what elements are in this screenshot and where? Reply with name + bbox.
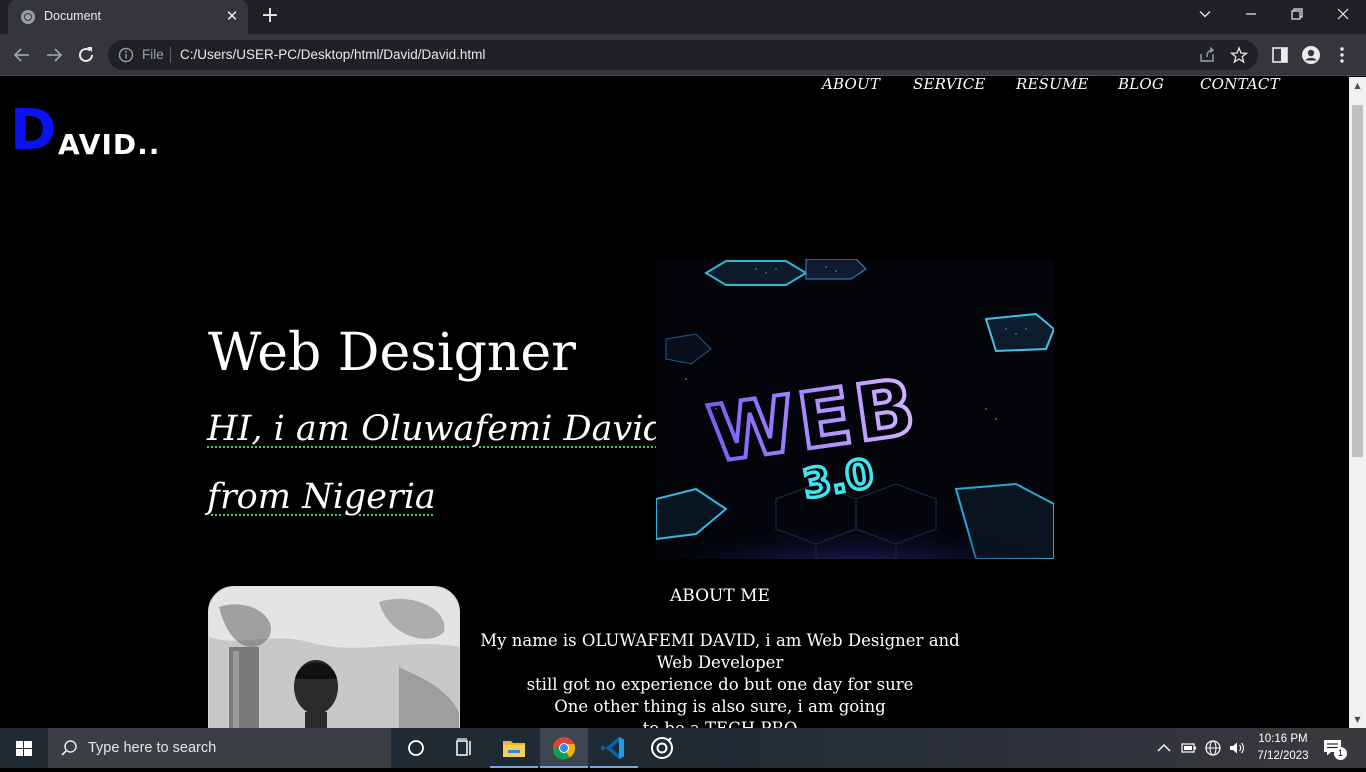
chrome-button[interactable]	[540, 728, 588, 768]
globe-icon	[21, 10, 35, 24]
web-page: ABOUT SERVICE RESUME BLOG CONTACT D AVID…	[0, 77, 1349, 728]
notification-count: 1	[1334, 747, 1347, 760]
nav-blog[interactable]: BLOG	[1118, 77, 1164, 93]
minimize-button[interactable]	[1228, 0, 1274, 30]
chevron-down-icon	[1199, 11, 1211, 18]
restore-icon	[1291, 8, 1303, 20]
chrome-icon	[552, 737, 576, 760]
restore-button[interactable]	[1274, 0, 1320, 30]
reload-icon	[79, 47, 93, 62]
info-icon[interactable]	[118, 47, 134, 63]
about-line: to be a TECH PRO	[470, 718, 970, 728]
nav-contact[interactable]: CONTACT	[1200, 77, 1280, 93]
scroll-thumb[interactable]	[1352, 105, 1363, 457]
web3-image: WEB 3.0	[656, 259, 1054, 559]
taskbar-search[interactable]: Type here to search	[48, 728, 391, 768]
scroll-down-icon[interactable]: ▼	[1349, 711, 1366, 728]
chevron-up-icon[interactable]	[1155, 739, 1173, 757]
address-bar[interactable]: File C:/Users/USER-PC/Desktop/html/David…	[108, 40, 1258, 70]
browser-toolbar: File C:/Users/USER-PC/Desktop/html/David…	[0, 34, 1366, 76]
site-nav: ABOUT SERVICE RESUME BLOG CONTACT	[0, 77, 1349, 97]
back-button[interactable]	[9, 42, 35, 68]
address-separator	[170, 47, 171, 63]
side-panel-icon[interactable]	[1270, 45, 1290, 65]
arrow-left-icon	[13, 48, 29, 62]
task-view-icon	[456, 738, 471, 756]
close-window-button[interactable]	[1320, 0, 1366, 30]
start-button[interactable]	[0, 728, 48, 768]
battery-icon[interactable]	[1180, 739, 1198, 757]
bookmark-star-icon[interactable]	[1230, 46, 1248, 64]
logo-text: AVID..	[58, 128, 161, 161]
hero-location: from Nigeria	[207, 477, 436, 517]
hero-title: Web Designer	[208, 323, 576, 383]
nav-resume[interactable]: RESUME	[1016, 77, 1089, 93]
windows-icon	[16, 741, 32, 756]
taskbar: Type here to search 10:16 PM 7/12/2023 1	[0, 728, 1366, 768]
search-placeholder: Type here to search	[88, 740, 217, 756]
cortana-button[interactable]	[392, 728, 440, 768]
reload-button[interactable]	[73, 42, 99, 68]
task-view-button[interactable]	[440, 728, 488, 768]
nav-about[interactable]: ABOUT	[822, 77, 880, 93]
vscode-icon	[601, 737, 624, 759]
address-url[interactable]: C:/Users/USER-PC/Desktop/html/David/Davi…	[180, 47, 485, 62]
about-line: Web Developer	[656, 653, 784, 672]
profile-icon[interactable]	[1301, 45, 1321, 65]
tab-title: Document	[44, 9, 101, 23]
close-tab-button[interactable]: ✕	[224, 8, 240, 24]
menu-dots-icon[interactable]	[1332, 45, 1352, 65]
page-scrollbar[interactable]: ▲ ▼	[1349, 77, 1366, 728]
minimize-icon	[1246, 13, 1256, 15]
taskbar-clock[interactable]: 10:16 PM 7/12/2023	[1250, 731, 1316, 765]
tab-search-button[interactable]	[1182, 0, 1228, 30]
profile-photo	[208, 586, 460, 728]
about-line: My name is OLUWAFEMI DAVID, i am Web Des…	[480, 631, 960, 650]
address-scheme: File	[142, 47, 164, 62]
circle-target-icon	[651, 737, 673, 759]
forward-button[interactable]	[41, 42, 67, 68]
cortana-circle-icon	[408, 740, 424, 756]
clock-time: 10:16 PM	[1258, 733, 1308, 745]
folder-icon	[503, 741, 525, 757]
arrow-right-icon	[47, 48, 63, 62]
nav-service[interactable]: SERVICE	[913, 77, 986, 93]
share-icon[interactable]	[1198, 46, 1216, 64]
app-button[interactable]	[638, 728, 686, 768]
about-heading: ABOUT ME	[670, 586, 770, 606]
logo-initial: D	[10, 98, 57, 163]
about-line: One other thing is also sure, i am going	[554, 697, 886, 716]
hero-greeting: HI, i am Oluwafemi David	[207, 409, 666, 449]
about-line: still got no experience do but one day f…	[526, 675, 914, 694]
scroll-up-icon[interactable]: ▲	[1349, 77, 1366, 94]
browser-tab[interactable]: Document ✕	[8, 0, 248, 34]
network-globe-icon[interactable]	[1204, 739, 1222, 757]
volume-icon[interactable]	[1228, 739, 1246, 757]
vscode-button[interactable]	[590, 728, 638, 768]
about-text: My name is OLUWAFEMI DAVID, i am Web Des…	[470, 630, 970, 728]
close-icon	[1337, 8, 1349, 20]
search-icon	[61, 740, 77, 756]
file-explorer-button[interactable]	[490, 728, 538, 768]
browser-titlebar: Document ✕ +	[0, 0, 1366, 34]
clock-date: 7/12/2023	[1257, 750, 1309, 762]
new-tab-button[interactable]: +	[259, 5, 281, 27]
notification-button[interactable]: 1	[1322, 737, 1347, 760]
